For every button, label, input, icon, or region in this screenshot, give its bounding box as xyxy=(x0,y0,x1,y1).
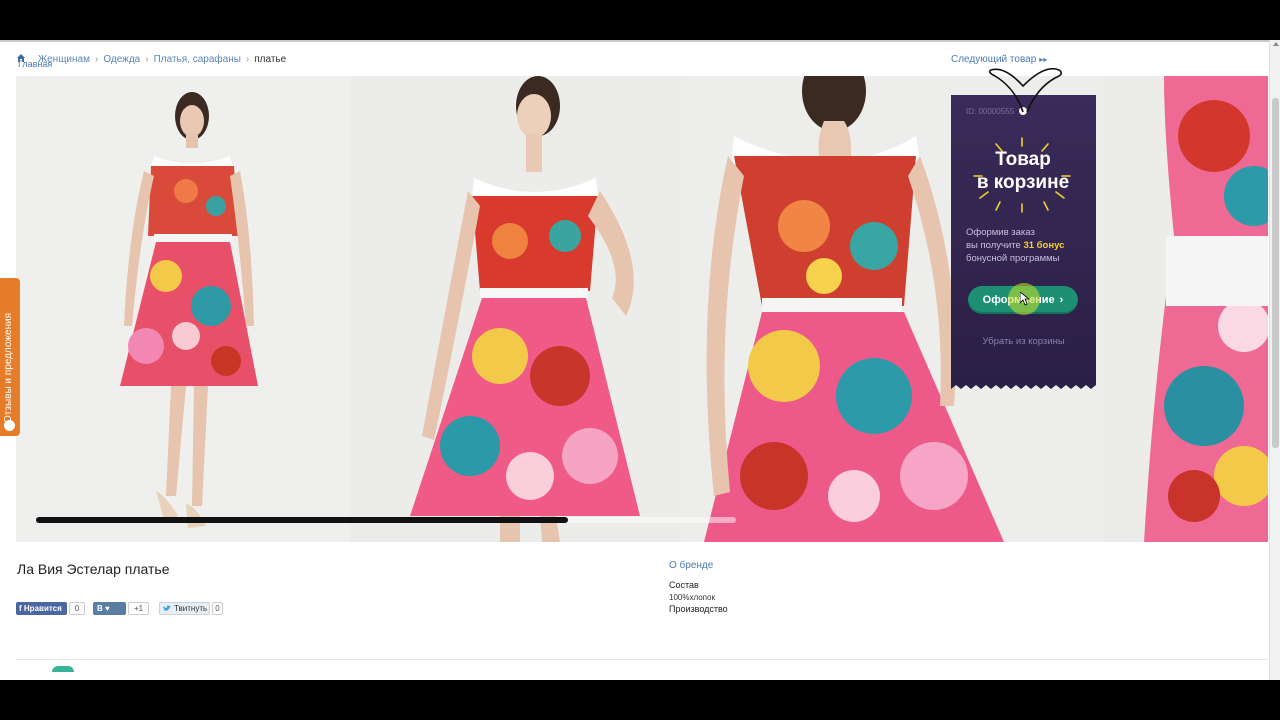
section-divider xyxy=(16,659,1268,660)
footer-logo-fragment xyxy=(52,666,74,672)
page-scrollbar-thumb[interactable] xyxy=(1272,98,1279,448)
breadcrumb-current: платье xyxy=(254,54,287,65)
facebook-like-label: Нравится xyxy=(23,604,62,613)
bonus-text-prefix: вы получите xyxy=(966,240,1021,251)
cart-product-id: ID: 00000555 xyxy=(966,107,1015,116)
next-item-label: Следующий товар xyxy=(951,54,1037,65)
feedback-tab[interactable]: Отзывы и предложения xyxy=(0,278,20,436)
twitter-tweet-button[interactable]: Твитнуть xyxy=(159,602,210,615)
twitter-tweet-label: Твитнуть xyxy=(174,604,208,613)
mouse-pointer-icon xyxy=(1020,292,1030,306)
breadcrumb-item-dresses[interactable]: Платья, сарафаны xyxy=(154,54,241,65)
breadcrumb-item-clothing[interactable]: Одежда xyxy=(103,54,140,65)
twitter-tweet-count: 0 xyxy=(212,602,223,615)
browser-viewport: Главная Женщинам › Одежда › Платья, сара… xyxy=(0,40,1280,680)
vk-icon: В xyxy=(97,604,103,613)
chevron-right-icon: › xyxy=(1059,294,1064,306)
production-label: Производство xyxy=(669,604,728,614)
next-item-link[interactable]: Следующий товар ▸▸ xyxy=(951,54,1047,65)
page-scrollbar[interactable] xyxy=(1269,40,1280,680)
top-border xyxy=(0,40,1280,42)
product-photo-front[interactable] xyxy=(16,76,350,542)
twitter-bird-icon xyxy=(163,605,171,611)
scroll-up-arrow-icon[interactable] xyxy=(1273,42,1279,46)
feedback-tab-label: Отзывы и предложения xyxy=(3,312,14,423)
bonus-amount: 31 бонус xyxy=(1023,240,1065,251)
composition-value: 100%хлопок xyxy=(669,593,715,602)
dress-photo-image xyxy=(350,76,684,542)
dress-photo-image xyxy=(1104,76,1268,542)
dress-photo-image xyxy=(16,76,350,542)
breadcrumb-separator: › xyxy=(94,54,99,65)
remove-from-cart-link[interactable]: Убрать из корзины xyxy=(951,336,1096,347)
product-photo-detail[interactable] xyxy=(1104,76,1268,542)
facebook-icon: f xyxy=(19,604,22,613)
gallery-scroll-thumb[interactable] xyxy=(36,517,568,523)
facebook-like-button[interactable]: f Нравится xyxy=(16,602,67,615)
cart-popup-bonus-text: Оформив заказ вы получите 31 бонус бонус… xyxy=(966,226,1091,265)
bonus-text-line3: бонусной программы xyxy=(966,253,1060,264)
breadcrumb-items: Женщинам › Одежда › Платья, сарафаны › п… xyxy=(38,54,286,65)
heart-icon: ♥ xyxy=(105,604,110,613)
cart-popup-title-line1: Товар xyxy=(995,149,1051,170)
bonus-text-line1: Оформив заказ xyxy=(966,227,1035,238)
cart-popup-title-line2: в корзине xyxy=(976,172,1070,193)
composition-label: Состав xyxy=(669,580,699,590)
cart-popup-title: Товар в корзине xyxy=(963,148,1083,194)
feedback-icon xyxy=(4,420,15,431)
product-title: Ла Вия Эстелар платье xyxy=(17,561,170,577)
breadcrumb-item-women[interactable]: Женщинам xyxy=(38,54,90,65)
about-brand-link[interactable]: О бренде xyxy=(669,560,713,571)
bonus-text-line2: вы получите 31 бонус xyxy=(966,239,1091,252)
breadcrumb-separator: › xyxy=(245,54,250,65)
breadcrumb-separator: › xyxy=(145,54,149,65)
facebook-like-count: 0 xyxy=(69,602,85,615)
vk-share-count: +1 xyxy=(128,602,149,615)
double-arrow-icon: ▸▸ xyxy=(1039,55,1048,64)
vk-share-button[interactable]: В ♥ xyxy=(93,602,126,615)
product-photo-side[interactable] xyxy=(350,76,684,542)
